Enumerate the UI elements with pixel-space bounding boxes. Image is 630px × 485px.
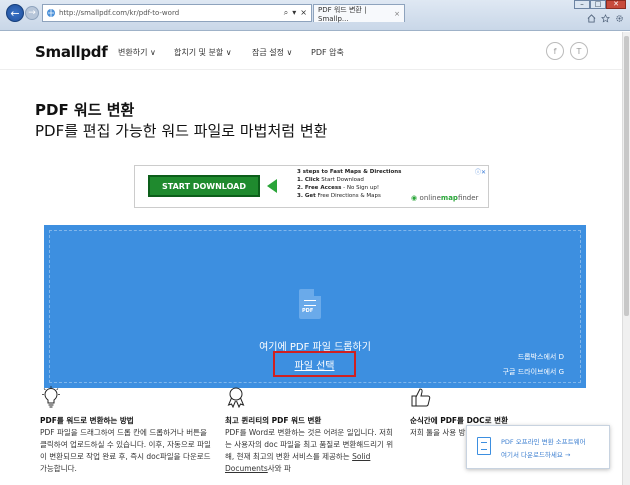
back-arrow-icon: ← [10,6,20,20]
ad-headline: 3 steps to Fast Maps & Directions [297,169,402,175]
ad-brand-accent: map [440,194,458,202]
choose-file-button[interactable]: 파일 선택 [273,351,356,377]
forward-arrow-icon: → [28,8,36,18]
address-bar[interactable]: http://smallpdf.com/kr/pdf-to-word ⌕ ▾ × [42,4,312,22]
page-favicon-icon [47,9,55,17]
site-header: Smallpdf 변환하기 ∨ 합치기 및 분할 ∨ 잠금 설정 ∨ PDF 압… [0,32,622,70]
feature-1-text: PDF 파일을 드래그하여 드롭 칸에 드롭하거나 버튼을 클릭하여 업로드하실… [40,428,211,473]
ad-step2: - No Sign up! [341,185,380,191]
tab-title: PDF 워드 변환 | Smallp... [318,5,367,23]
star-icon[interactable] [601,14,610,23]
maximize-button[interactable]: □ [590,0,606,9]
feature-2-heading: 최고 퀸리티의 PDF 워드 변환 [225,416,322,425]
thumbs-up-icon [411,388,431,407]
google-drive-link[interactable]: 구글 드라이브에서 G [503,367,564,377]
pdf-file-icon: PDF [299,289,321,319]
dropdown-icon[interactable]: ▾ [292,8,296,18]
ad-arrow-icon [267,179,277,193]
twitter-icon[interactable]: T [570,42,588,60]
desktop-app-popup[interactable]: PDF 오프라인 변환 소프트웨어 여기서 다운로드하세요 → [466,425,610,469]
file-dropzone[interactable]: PDF 여기에 PDF 파일 드롭하기 파일 선택 드롭박스에서 D 구글 드라… [44,225,586,388]
popup-download-link[interactable]: 여기서 다운로드하세요 → [501,449,570,459]
page-subtitle: PDF를 편집 가능한 워드 파일로 마법처럼 변환 [35,122,328,140]
feature-1-heading: PDF를 워드로 변환하는 방법 [40,416,134,425]
lightbulb-icon [42,386,60,408]
smallpdf-logo[interactable]: Smallpdf [35,43,108,61]
ad-brand-prefix: online [419,194,441,202]
nav-convert[interactable]: 변환하기 ∨ [118,47,156,58]
url-text: http://smallpdf.com/kr/pdf-to-word [59,9,180,17]
advertisement-banner[interactable]: START DOWNLOAD 3 steps to Fast Maps & Di… [134,165,489,208]
nav-lock-settings[interactable]: 잠금 설정 ∨ [252,47,292,58]
home-icon[interactable] [587,14,596,23]
ad-step3-bold: 3. Get [297,193,316,199]
pdf-icon-label: PDF [302,308,314,314]
browser-chrome: ← → http://smallpdf.com/kr/pdf-to-word ⌕… [0,0,630,31]
stop-icon[interactable]: × [300,8,307,18]
feature-2-text: PDF를 Word로 변환하는 것은 어려운 일입니다. 저희는 사용자의 do… [225,427,397,475]
close-window-button[interactable]: ✕ [606,0,626,9]
scrollbar-thumb[interactable] [624,36,629,316]
minimize-button[interactable]: – [574,0,590,9]
ad-brand-logo: ◉ onlinemapfinder [411,194,478,202]
feature-2-text-b: 사와 파 [267,464,291,473]
gear-icon[interactable] [615,14,624,23]
adchoices-icon[interactable]: ⓘ✕ [475,167,486,176]
ad-step3: Free Directions & Maps [315,193,381,199]
ad-text: 3 steps to Fast Maps & Directions 1. Cli… [297,168,401,200]
back-button[interactable]: ← [6,4,24,22]
ad-brand-suffix: finder [457,194,479,202]
browser-tab[interactable]: PDF 워드 변환 | Smallp... × [313,4,405,23]
desktop-app-icon [477,437,491,455]
ad-start-download-button[interactable]: START DOWNLOAD [148,175,260,197]
ad-step2-bold: 2. Free Access [297,185,342,191]
page-title: PDF 워드 변환 [35,101,135,119]
brand-mark-icon: ◉ [411,194,420,202]
facebook-icon[interactable]: f [546,42,564,60]
nav-merge-split[interactable]: 합치기 및 분할 ∨ [174,47,232,58]
ad-step1-bold: 1. Click [297,177,320,183]
choose-file-label: 파일 선택 [294,360,335,372]
search-icon[interactable]: ⌕ [284,8,288,18]
forward-button[interactable]: → [25,6,39,20]
tab-close-icon[interactable]: × [394,10,400,18]
popup-title: PDF 오프라인 변환 소프트웨어 [501,438,586,446]
award-icon [227,387,245,408]
ad-step1: Start Download [319,177,364,183]
page-scrollbar[interactable] [622,32,630,485]
nav-pdf-compress[interactable]: PDF 압축 [311,47,344,58]
web-page: Smallpdf 변환하기 ∨ 합치기 및 분할 ∨ 잠금 설정 ∨ PDF 압… [0,32,622,485]
dropbox-link[interactable]: 드롭박스에서 D [518,352,564,362]
